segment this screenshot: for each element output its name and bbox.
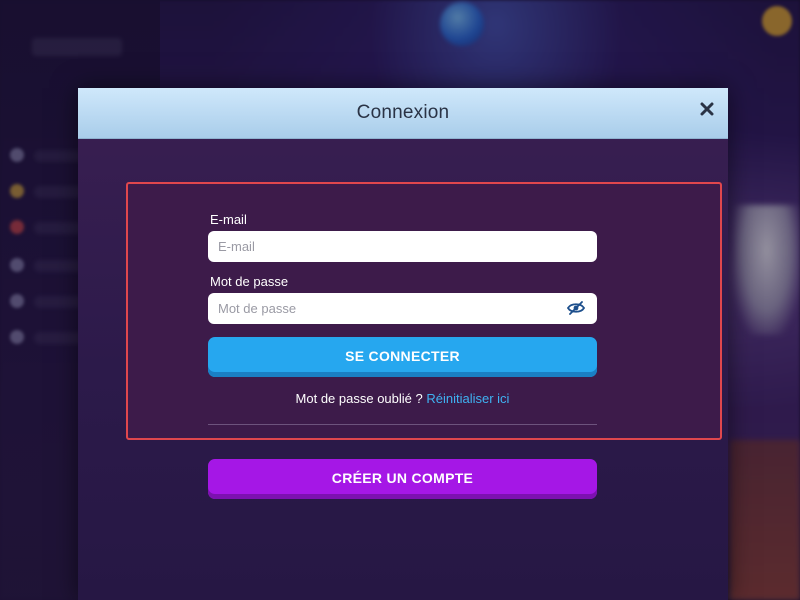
- email-label: E-mail: [210, 212, 247, 227]
- login-modal: Connexion E-mail Mot de passe SE CONNECT…: [78, 88, 728, 600]
- login-button[interactable]: SE CONNECTER: [208, 337, 597, 377]
- password-field[interactable]: [208, 293, 597, 324]
- divider: [208, 424, 597, 425]
- reset-password-link[interactable]: Réinitialiser ici: [426, 391, 509, 406]
- forgot-password-row: Mot de passe oublié ? Réinitialiser ici: [208, 391, 597, 406]
- create-account-button[interactable]: CRÉER UN COMPTE: [208, 459, 597, 499]
- close-button[interactable]: [696, 98, 718, 120]
- password-visibility-toggle[interactable]: [566, 299, 586, 317]
- password-label: Mot de passe: [210, 274, 289, 289]
- eye-slash-icon: [567, 301, 585, 315]
- email-field[interactable]: [208, 231, 597, 262]
- modal-header: Connexion: [78, 88, 728, 139]
- forgot-password-text: Mot de passe oublié ?: [295, 391, 427, 406]
- modal-title: Connexion: [356, 102, 450, 123]
- close-icon: [700, 102, 714, 116]
